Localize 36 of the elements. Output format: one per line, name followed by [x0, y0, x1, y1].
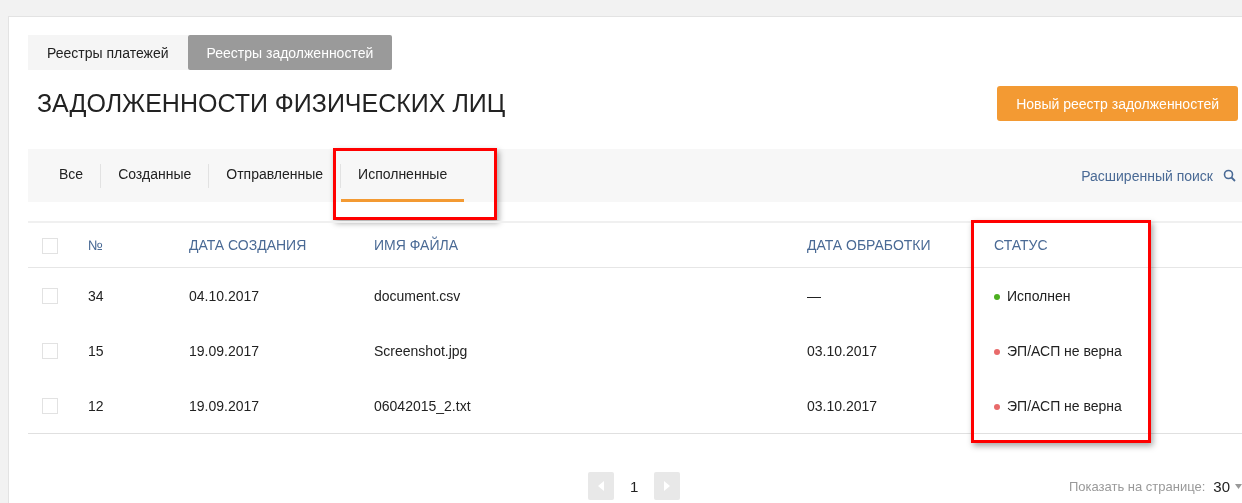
table-cell: 12 — [88, 397, 104, 414]
column-header[interactable]: № — [88, 237, 104, 253]
table-cell: 19.09.2017 — [189, 342, 260, 359]
table-cell: 06042015_2.txt — [374, 397, 471, 414]
table-cell: 34 — [88, 287, 104, 304]
per-page-select[interactable]: 30 — [1213, 478, 1242, 495]
filter-tab[interactable]: Отправленные — [209, 149, 341, 202]
filter-tab[interactable]: Созданные — [101, 149, 209, 202]
select-all-checkbox[interactable] — [42, 237, 58, 254]
table-cell: 19.09.2017 — [189, 397, 260, 414]
page-number[interactable]: 1 — [630, 477, 639, 495]
row-checkbox[interactable] — [42, 343, 58, 360]
table-cell: 03.10.2017 — [807, 397, 878, 414]
column-header[interactable]: ИМЯ ФАЙЛА — [374, 237, 458, 253]
search-icon — [1223, 169, 1236, 182]
status-text: Исполнен — [1007, 287, 1071, 304]
table-cell: Screenshot.jpg — [374, 342, 468, 359]
row-checkbox[interactable] — [42, 398, 58, 415]
advanced-search-link[interactable]: Расширенный поиск — [1075, 166, 1242, 185]
column-header[interactable]: ДАТА СОЗДАНИЯ — [189, 237, 307, 253]
page-title: ЗАДОЛЖЕННОСТИ ФИЗИЧЕСКИХ ЛИЦ — [37, 89, 506, 118]
status-text: ЭП/АСП не верна — [1007, 397, 1122, 414]
column-header[interactable]: СТАТУС — [994, 237, 1048, 253]
per-page-label: Показать на странице: — [1068, 479, 1206, 494]
table-cell: 04.10.2017 — [189, 287, 260, 304]
table-cell: document.csv — [374, 287, 461, 304]
column-header[interactable]: ДАТА ОБРАБОТКИ — [807, 237, 931, 253]
table-cell: 15 — [88, 342, 104, 359]
status-text: ЭП/АСП не верна — [1007, 342, 1122, 359]
table-cell: — — [807, 287, 821, 304]
table-cell: 03.10.2017 — [807, 342, 878, 359]
filter-tab[interactable]: Все — [42, 149, 101, 202]
caret-icon — [1235, 484, 1242, 489]
row-checkbox[interactable] — [42, 288, 58, 305]
registry-tab[interactable]: Реестры платежей — [28, 35, 188, 70]
filter-tab[interactable]: Исполненные — [341, 149, 465, 202]
